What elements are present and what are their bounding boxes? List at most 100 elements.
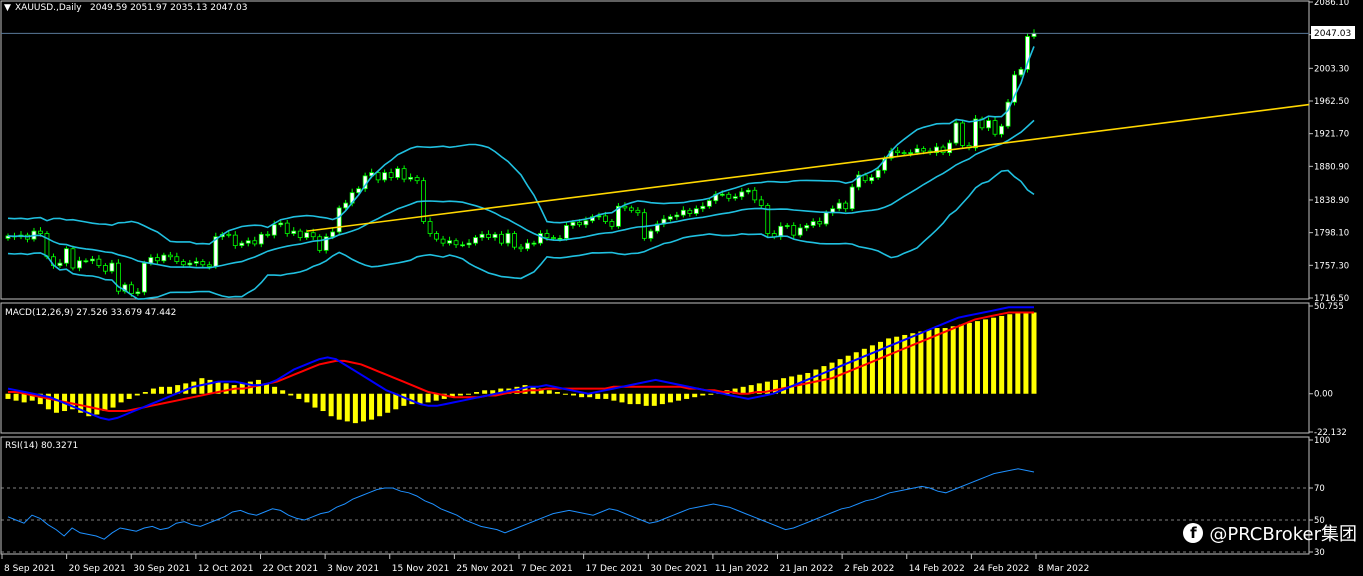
price-candle: [375, 172, 381, 181]
macd-histogram-bar: [272, 386, 278, 394]
macd-histogram-bar: [280, 390, 286, 394]
macd-histogram-bar: [571, 393, 577, 396]
watermark-text: @PRCBroker集团: [1209, 524, 1357, 545]
price-candle: [843, 202, 849, 210]
price-candle: [174, 256, 180, 262]
macd-histogram-bar: [627, 393, 633, 405]
price-candle: [473, 237, 478, 244]
price-candle: [557, 237, 563, 240]
date-axis-label: 24 Feb 2022: [973, 564, 1029, 574]
macd-histogram-bar: [167, 386, 173, 394]
price-candle: [797, 227, 803, 236]
price-candle: [778, 225, 784, 238]
price-candle: [992, 120, 998, 135]
macd-histogram-bar: [102, 393, 108, 412]
price-candle: [232, 234, 238, 246]
macd-histogram-bar: [546, 390, 552, 394]
price-candle: [343, 202, 349, 209]
macd-histogram-bar: [554, 392, 560, 394]
price-candle: [382, 172, 388, 181]
price-candle: [388, 172, 394, 178]
price-candle: [109, 262, 115, 272]
macd-histogram-bar: [635, 393, 641, 405]
price-candle: [914, 148, 920, 154]
price-candle: [135, 291, 141, 294]
price-candle: [427, 221, 433, 234]
price-candle: [947, 142, 952, 154]
price-candle: [447, 240, 452, 244]
price-candle: [732, 196, 738, 199]
last-price-label: 2047.03: [1314, 29, 1351, 39]
price-candle: [245, 240, 251, 244]
macd-histogram-bar: [1007, 314, 1013, 394]
price-candle: [154, 257, 160, 262]
macd-histogram-bar: [223, 383, 229, 394]
price-candle: [440, 238, 446, 244]
macd-histogram-bar: [150, 388, 156, 394]
price-candle: [648, 230, 654, 239]
date-axis-label: 30 Sep 2021: [133, 564, 190, 574]
macd-histogram-bar: [465, 393, 471, 395]
price-candle: [161, 254, 167, 262]
price-candle: [167, 254, 173, 258]
macd-histogram-bar: [336, 393, 342, 420]
macd-histogram-bar: [991, 317, 997, 394]
price-candle: [745, 189, 751, 193]
price-candle: [986, 120, 991, 129]
price-candle: [739, 191, 745, 198]
macd-histogram-bar: [304, 393, 310, 403]
macd-histogram-bar: [999, 315, 1005, 394]
price-candle: [752, 189, 758, 201]
price-panel-marker-icon: ▼: [4, 3, 11, 13]
date-axis-label: 7 Dec 2021: [521, 564, 573, 574]
macd-histogram-bar: [983, 319, 989, 394]
macd-histogram-bar: [360, 393, 366, 422]
price-candle: [628, 207, 634, 211]
macd-panel-title: MACD(12,26,9) 27.526 33.679 47.442: [5, 308, 176, 318]
macd-histogram-bar: [974, 321, 980, 394]
price-axis-label: 2003.30: [1314, 64, 1349, 74]
macd-histogram-bar: [312, 393, 318, 408]
watermark: f @PRCBroker集团: [1183, 520, 1357, 546]
price-candle: [791, 225, 797, 236]
macd-histogram-bar: [369, 393, 375, 420]
macd-histogram-bar: [1031, 312, 1037, 394]
macd-histogram-bar: [579, 393, 585, 398]
price-candle: [460, 244, 465, 247]
price-candle: [38, 230, 43, 234]
price-panel-frame: [0, 0, 1310, 300]
date-axis-label: 25 Nov 2021: [456, 564, 514, 574]
rsi-panel-frame: [0, 436, 1310, 555]
price-candle: [103, 265, 108, 272]
price-candle: [414, 177, 420, 182]
price-candle: [330, 231, 336, 238]
price-candle: [466, 242, 472, 246]
macd-histogram-bar: [328, 393, 334, 417]
price-candle: [141, 262, 147, 293]
macd-histogram-bar: [611, 393, 617, 401]
price-candle: [973, 118, 978, 149]
price-candle: [518, 246, 524, 250]
price-candle: [862, 174, 868, 182]
price-candle: [317, 236, 323, 251]
price-candle: [271, 224, 277, 236]
price-candle: [77, 260, 82, 269]
macd-histogram-bar: [320, 393, 326, 412]
macd-histogram-bar: [562, 393, 568, 395]
macd-histogram-bar: [288, 393, 294, 396]
price-candle: [304, 232, 310, 238]
price-candle: [836, 202, 842, 210]
date-axis-label: 30 Dec 2021: [650, 564, 708, 574]
price-candle: [310, 232, 316, 238]
price-candle: [823, 212, 829, 225]
macd-histogram-bar: [110, 393, 116, 408]
price-candle: [719, 193, 725, 196]
macd-histogram-bar: [902, 334, 908, 394]
macd-histogram-bar: [659, 393, 665, 405]
macd-histogram-bar: [425, 393, 431, 403]
price-candle: [525, 242, 530, 250]
price-axis-label: 1962.50: [1314, 97, 1349, 107]
macd-histogram-bar: [385, 393, 391, 413]
macd-histogram-bar: [158, 386, 164, 394]
price-candle: [921, 148, 927, 152]
